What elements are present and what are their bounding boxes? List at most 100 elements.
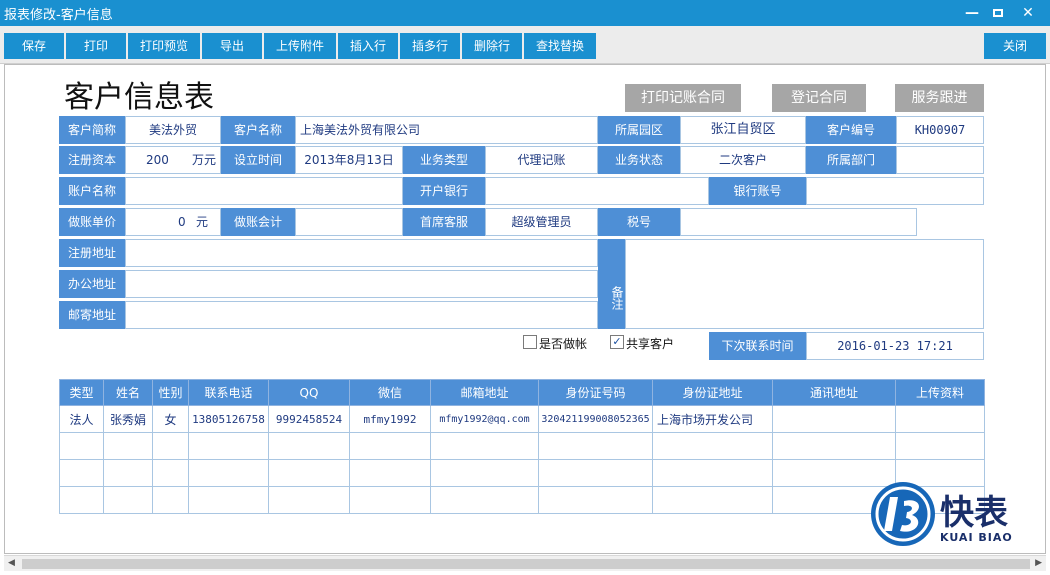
table-cell[interactable]: mfmy1992@qq.com: [430, 405, 539, 433]
biz-status-field[interactable]: 二次客户: [680, 146, 806, 174]
col-phone-header[interactable]: 联系电话: [188, 379, 269, 406]
table-cell[interactable]: [349, 459, 431, 487]
delete-row-button[interactable]: 删除行: [462, 33, 522, 59]
price-field[interactable]: 0 元: [125, 208, 221, 236]
customer-code-field[interactable]: KH00907: [896, 116, 984, 144]
table-cell[interactable]: [268, 432, 350, 460]
park-field[interactable]: 张江自贸区: [680, 116, 806, 144]
col-upload-header[interactable]: 上传资料: [895, 379, 985, 406]
table-cell[interactable]: 法人: [59, 405, 104, 433]
table-cell[interactable]: [538, 486, 653, 514]
customer-name-label: 客户名称: [221, 116, 295, 144]
table-cell[interactable]: [59, 432, 104, 460]
table-cell[interactable]: [268, 459, 350, 487]
table-cell[interactable]: [430, 486, 539, 514]
col-gender-header[interactable]: 性别: [152, 379, 189, 406]
table-row: 法人 张秀娟 女 13805126758 9992458524 mfmy1992…: [59, 405, 985, 433]
table-cell[interactable]: [349, 432, 431, 460]
table-cell[interactable]: [652, 459, 773, 487]
table-cell[interactable]: [59, 486, 104, 514]
bank-field[interactable]: [485, 177, 709, 205]
print-contract-button[interactable]: 打印记账合同: [625, 84, 741, 112]
tax-field[interactable]: [680, 208, 917, 236]
table-cell[interactable]: mfmy1992: [349, 405, 431, 433]
upload-attachment-button[interactable]: 上传附件: [264, 33, 336, 59]
table-cell[interactable]: [772, 405, 896, 433]
table-cell[interactable]: [188, 486, 269, 514]
horizontal-scrollbar[interactable]: ◀ ▶: [4, 555, 1046, 571]
account-name-field[interactable]: [125, 177, 403, 205]
table-cell[interactable]: [349, 486, 431, 514]
close-window-icon[interactable]: ✕: [1018, 4, 1038, 22]
table-cell[interactable]: [895, 432, 985, 460]
service-follow-button[interactable]: 服务跟进: [895, 84, 984, 112]
logo-brand: 快表: [940, 493, 1008, 533]
scroll-left-icon[interactable]: ◀: [8, 558, 15, 568]
col-qq-header[interactable]: QQ: [268, 379, 350, 406]
table-cell[interactable]: [652, 486, 773, 514]
col-idno-header[interactable]: 身份证号码: [538, 379, 653, 406]
table-cell[interactable]: [103, 486, 153, 514]
table-cell[interactable]: [103, 432, 153, 460]
table-cell[interactable]: [538, 432, 653, 460]
col-mailaddr-header[interactable]: 通讯地址: [772, 379, 896, 406]
minimize-icon[interactable]: —: [962, 4, 982, 22]
table-cell[interactable]: [152, 432, 189, 460]
next-contact-label: 下次联系时间: [709, 332, 806, 360]
shared-customer-checkbox[interactable]: ✓: [610, 335, 624, 349]
table-cell[interactable]: [152, 459, 189, 487]
table-row: [59, 486, 985, 514]
print-button[interactable]: 打印: [66, 33, 126, 59]
table-cell[interactable]: [430, 459, 539, 487]
table-cell[interactable]: 张秀娟: [103, 405, 153, 433]
service-field[interactable]: 超级管理员: [485, 208, 598, 236]
setup-date-field[interactable]: 2013年8月13日: [295, 146, 403, 174]
table-cell[interactable]: [152, 486, 189, 514]
mail-addr-field[interactable]: [125, 301, 598, 329]
customer-name-field[interactable]: 上海美法外贸有限公司: [295, 116, 598, 144]
print-preview-button[interactable]: 打印预览: [128, 33, 200, 59]
maximize-icon[interactable]: [988, 4, 1008, 22]
reg-addr-field[interactable]: [125, 239, 598, 267]
col-wechat-header[interactable]: 微信: [349, 379, 431, 406]
find-replace-button[interactable]: 查找替换: [524, 33, 596, 59]
table-cell[interactable]: 女: [152, 405, 189, 433]
next-contact-field[interactable]: 2016-01-23 17:21: [806, 332, 984, 360]
insert-rows-button[interactable]: 插多行: [400, 33, 460, 59]
office-addr-field[interactable]: [125, 270, 598, 298]
dept-field[interactable]: [896, 146, 984, 174]
accountant-field[interactable]: [295, 208, 403, 236]
table-cell[interactable]: 9992458524: [268, 405, 350, 433]
col-email-header[interactable]: 邮箱地址: [430, 379, 539, 406]
save-button[interactable]: 保存: [4, 33, 64, 59]
table-cell[interactable]: [538, 459, 653, 487]
col-idaddr-header[interactable]: 身份证地址: [652, 379, 773, 406]
table-cell[interactable]: [652, 432, 773, 460]
is-booking-checkbox[interactable]: [523, 335, 537, 349]
register-contract-button[interactable]: 登记合同: [772, 84, 866, 112]
table-cell[interactable]: [59, 459, 104, 487]
export-button[interactable]: 导出: [202, 33, 262, 59]
bank-account-field[interactable]: [806, 177, 984, 205]
table-cell[interactable]: 320421199008052365: [538, 405, 653, 433]
contacts-table: 类型 姓名 性别 联系电话 QQ 微信 邮箱地址 身份证号码 身份证地址 通讯地…: [59, 379, 985, 514]
table-cell[interactable]: [188, 459, 269, 487]
close-button[interactable]: 关闭: [984, 33, 1046, 59]
table-cell[interactable]: 13805126758: [188, 405, 269, 433]
short-name-field[interactable]: 美法外贸: [125, 116, 221, 144]
table-cell[interactable]: [188, 432, 269, 460]
table-cell[interactable]: [895, 405, 985, 433]
capital-field[interactable]: 200 万元: [125, 146, 221, 174]
table-cell[interactable]: 上海市场开发公司: [652, 405, 773, 433]
col-name-header[interactable]: 姓名: [103, 379, 153, 406]
col-type-header[interactable]: 类型: [59, 379, 104, 406]
biz-type-field[interactable]: 代理记账: [485, 146, 598, 174]
insert-row-button[interactable]: 插入行: [338, 33, 398, 59]
table-cell[interactable]: [430, 432, 539, 460]
table-cell[interactable]: [772, 432, 896, 460]
table-cell[interactable]: [268, 486, 350, 514]
remark-field[interactable]: [625, 239, 984, 329]
scrollbar-thumb[interactable]: [22, 559, 1030, 569]
scroll-right-icon[interactable]: ▶: [1035, 558, 1042, 568]
table-cell[interactable]: [103, 459, 153, 487]
